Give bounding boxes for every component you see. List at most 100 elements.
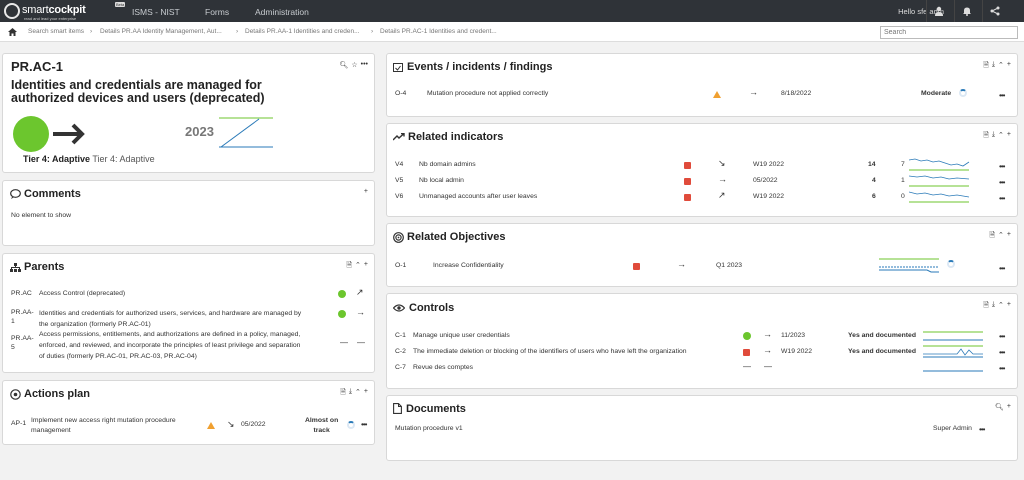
logo-text-a: smart: [22, 4, 49, 16]
app-logo[interactable]: smartcockpit read and lead your enterpri…: [2, 1, 112, 21]
document-label[interactable]: Mutation procedure v1: [395, 425, 463, 432]
more-icon[interactable]: •••: [999, 178, 1005, 187]
parent-code[interactable]: PR.AA- 1: [11, 308, 34, 326]
indicator-label[interactable]: Unmanaged accounts after user leaves: [419, 193, 537, 200]
indicator-code[interactable]: V6: [395, 193, 403, 200]
more-icon[interactable]: •••: [999, 364, 1005, 373]
add-control-button[interactable]: +: [1007, 301, 1011, 312]
user-button[interactable]: [926, 0, 950, 22]
control-label[interactable]: Revue des comptes: [413, 364, 473, 371]
collapse-icon[interactable]: ⌃: [998, 131, 1004, 142]
objective-code[interactable]: O-1: [395, 262, 406, 269]
add-objective-button[interactable]: +: [1007, 231, 1011, 242]
objective-date: Q1 2023: [716, 262, 743, 269]
more-icon[interactable]: •••: [999, 264, 1005, 273]
download-icon[interactable]: ⤓: [349, 388, 352, 399]
controls-panel: Controls 🗎 ⤓ ⌃ + C-1 Manage unique user cre…: [386, 293, 1018, 389]
indicator-sparkline: [909, 158, 970, 171]
search-icon[interactable]: 🔍︎: [995, 403, 1004, 411]
add-action-button[interactable]: +: [364, 388, 368, 399]
document-icon[interactable]: 🗎: [989, 231, 995, 242]
trend-right-icon: →: [749, 87, 758, 97]
search-input[interactable]: [880, 26, 1018, 39]
collapse-icon[interactable]: ⌃: [355, 388, 361, 399]
control-code[interactable]: C-1: [395, 332, 406, 339]
add-document-button[interactable]: +: [1007, 403, 1011, 411]
more-icon[interactable]: •••: [999, 162, 1005, 171]
document-icon[interactable]: 🗎: [340, 388, 346, 399]
add-parent-button[interactable]: +: [364, 261, 368, 272]
document-icon[interactable]: 🗎: [983, 61, 989, 72]
breadcrumb-sep: ›: [236, 28, 239, 35]
status-dot: [338, 310, 346, 318]
control-code[interactable]: C-7: [395, 364, 406, 371]
indicator-code[interactable]: V4: [395, 161, 403, 168]
more-icon[interactable]: •••: [979, 425, 985, 434]
document-icon[interactable]: 🗎: [346, 261, 352, 272]
action-code[interactable]: AP-1: [11, 420, 26, 427]
indicator-label[interactable]: Nb domain admins: [419, 161, 476, 168]
objective-label[interactable]: Increase Confidentiality: [433, 262, 504, 269]
notifications-button[interactable]: [954, 0, 978, 22]
collapse-icon[interactable]: ⌃: [998, 301, 1004, 312]
collapse-icon[interactable]: ⌃: [355, 261, 361, 272]
nav-forms[interactable]: Forms: [205, 7, 229, 17]
add-event-button[interactable]: +: [1007, 61, 1011, 72]
indicator-code[interactable]: V5: [395, 177, 403, 184]
control-status: Yes and documented: [848, 332, 916, 339]
more-icon[interactable]: •••: [999, 332, 1005, 341]
control-label[interactable]: The immediate deletion or blocking of th…: [413, 348, 687, 355]
nav-isms-nist[interactable]: ISMS - NIST: [132, 7, 180, 17]
more-icon[interactable]: •••: [999, 194, 1005, 203]
breadcrumb-pr-aa[interactable]: Details PR.AA Identity Management, Aut..…: [100, 28, 222, 35]
tier-label: Tier 4: Adaptive Tier 4: Adaptive: [23, 154, 155, 164]
parent-code[interactable]: PR.AA- 5: [11, 334, 34, 352]
action-label[interactable]: Implement new access right mutation proc…: [31, 416, 176, 436]
indicator-value: 4: [872, 177, 876, 184]
logo-text-b: cockpit: [48, 4, 86, 16]
parent-label[interactable]: Identities and credentials for authorize…: [39, 308, 301, 330]
document-icon[interactable]: 🗎: [983, 131, 989, 142]
status-red: [684, 162, 691, 169]
collapse-icon[interactable]: ⌃: [998, 61, 1004, 72]
add-indicator-button[interactable]: +: [1007, 131, 1011, 142]
top-bar: smartcockpit read and lead your enterpri…: [0, 0, 1024, 22]
status-none: —: [340, 338, 348, 347]
control-label[interactable]: Manage unique user credentials: [413, 332, 510, 339]
event-code[interactable]: O-4: [395, 90, 406, 97]
breadcrumb-search[interactable]: Search smart items: [28, 28, 84, 35]
tier-bold: Tier 4: Adaptive: [23, 154, 91, 164]
trend-none: —: [764, 362, 772, 371]
share-button[interactable]: [982, 0, 1006, 22]
breadcrumb-pr-ac-1[interactable]: Details PR.AC-1 Identities and credent..…: [380, 28, 497, 35]
calendar-check-icon: [393, 63, 403, 72]
parent-code[interactable]: PR.AC: [11, 290, 32, 297]
control-date: 11/2023: [781, 332, 806, 339]
search-icon[interactable]: 🔍︎: [339, 61, 348, 69]
nav-administration[interactable]: Administration: [255, 7, 309, 17]
control-code[interactable]: C-2: [395, 348, 406, 355]
status-red: [743, 349, 750, 356]
breadcrumb-pr-aa-1[interactable]: Details PR.AA-1 Identities and creden...: [245, 28, 360, 35]
document-icon[interactable]: 🗎: [983, 301, 989, 312]
more-icon[interactable]: •••: [999, 348, 1005, 357]
add-comment-button[interactable]: +: [364, 188, 368, 195]
indicator-label[interactable]: Nb local admin: [419, 177, 464, 184]
download-icon[interactable]: ⤓: [992, 301, 995, 312]
download-icon[interactable]: ⤓: [992, 61, 995, 72]
event-label[interactable]: Mutation procedure not applied correctly: [427, 90, 548, 97]
indicator-target: 7: [901, 161, 905, 168]
more-icon[interactable]: •••: [361, 420, 367, 429]
parent-label[interactable]: Access Control (deprecated): [39, 290, 125, 297]
home-icon[interactable]: [8, 28, 17, 36]
more-icon[interactable]: •••: [999, 91, 1005, 100]
item-year: 2023: [185, 124, 214, 139]
download-icon[interactable]: ⤓: [992, 131, 995, 142]
collapse-icon[interactable]: ⌃: [998, 231, 1004, 242]
tier-text: Tier 4: Adaptive: [92, 154, 155, 164]
breadcrumb-sep: ›: [371, 28, 374, 35]
trend-right-icon: →: [356, 307, 365, 317]
star-icon[interactable]: ☆: [351, 61, 357, 69]
more-icon[interactable]: •••: [361, 61, 368, 69]
parent-label[interactable]: Access permissions, entitlements, and au…: [39, 329, 300, 362]
